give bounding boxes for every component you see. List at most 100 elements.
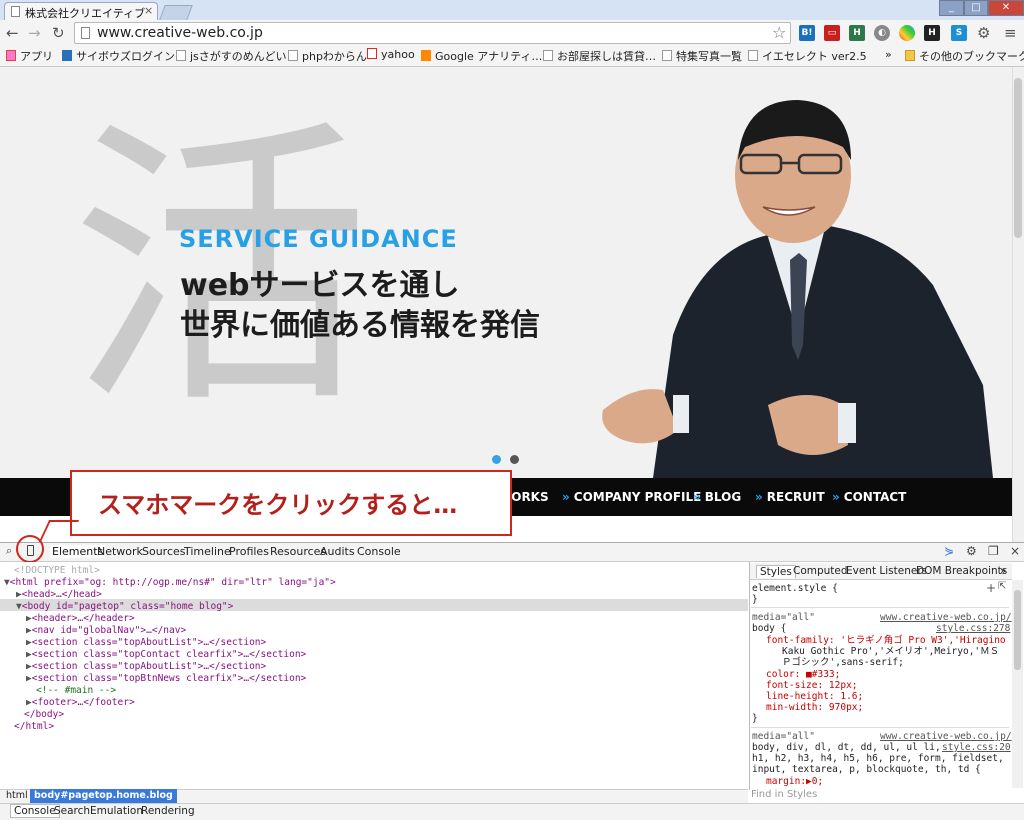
nav-arrow-icon: » [562, 490, 570, 504]
tab-title: 株式会社クリエイティブ [25, 7, 146, 20]
nav-blog[interactable]: » BLOG [693, 490, 741, 504]
bookmark-star-icon[interactable]: ☆ [772, 23, 786, 42]
dom-close-html[interactable]: </html> [14, 721, 54, 733]
devtools-tab-console[interactable]: Console [357, 545, 401, 558]
window-close-button[interactable]: ✕ [988, 0, 1024, 16]
source-link-style-css-278[interactable]: style.css:278 [936, 623, 1010, 634]
selector-reset-cont: input, textarea, p, blockquote, th, td { [752, 764, 981, 775]
back-icon[interactable]: ← [6, 24, 19, 42]
selector-reset[interactable]: body, div, dl, dt, dd, ul, ul li, [752, 742, 941, 753]
dom-doctype[interactable]: <!DOCTYPE html> [14, 565, 100, 577]
devtools-tab-network[interactable]: Network [97, 545, 143, 558]
source-link-domain[interactable]: www.creative-web.co.jp/ [880, 612, 1012, 623]
drawer-tab-console[interactable]: Console [10, 804, 60, 818]
chrome-menu-icon[interactable]: ≡ [1004, 24, 1017, 42]
drawer-tab-search[interactable]: Search [54, 805, 90, 817]
dom-node-section[interactable]: ▶<section class="topAboutList">…</sectio… [26, 661, 266, 673]
prop-font-size[interactable]: font-size: 12px; [766, 680, 858, 691]
bookmarks-overflow-chevron[interactable]: » [885, 48, 892, 61]
dom-node-nav[interactable]: ▶<nav id="globalNav">…</nav> [26, 625, 186, 637]
devtools-tab-sources[interactable]: Sources [142, 545, 186, 558]
devtools-tab-profiles[interactable]: Profiles [229, 545, 269, 558]
slider-dot[interactable] [510, 455, 519, 464]
sidebar-tab-event-listeners[interactable]: Event Listeners [846, 565, 927, 577]
dom-node-section[interactable]: ▶<section class="topContact clearfix">…<… [26, 649, 306, 661]
extension-red-icon[interactable]: ▭ [824, 25, 840, 41]
forward-icon[interactable]: → [28, 24, 41, 42]
dom-node-section[interactable]: ▶<section class="topBtnNews clearfix">…<… [26, 673, 306, 685]
browser-tab[interactable]: 株式会社クリエイティブ × [4, 2, 158, 20]
drawer-tab-rendering[interactable]: Rendering [141, 805, 195, 817]
devtools-tab-resources[interactable]: Resources [270, 545, 326, 558]
devtools-settings-icon[interactable]: ⚙ [966, 544, 977, 558]
other-bookmarks-folder[interactable]: その他のブックマーク [905, 48, 1024, 64]
nav-company-profile[interactable]: » COMPANY PROFILE [562, 490, 701, 504]
settings-gear-icon[interactable]: ⚙ [977, 24, 990, 42]
new-tab-button[interactable] [159, 5, 193, 20]
sidebar-tab-styles[interactable]: Styles [756, 565, 796, 578]
page-icon [176, 50, 186, 61]
source-link-style-css-20[interactable]: style.css:20 [942, 742, 1011, 753]
styles-scrollbar-thumb[interactable] [1014, 590, 1021, 670]
url-text[interactable]: www.creative-web.co.jp [97, 25, 263, 41]
bookmark-item[interactable]: jsさがすのめんどい [176, 48, 286, 64]
reload-icon[interactable]: ↻ [52, 24, 65, 42]
prop-font-family[interactable]: font-family: 'ヒラギノ角ゴ Pro W3','Hiragino [766, 635, 1006, 646]
toggle-element-state-icon[interactable]: ⇱ [998, 581, 1006, 592]
tab-close-icon[interactable]: × [144, 4, 153, 17]
media-label: media="all" [752, 731, 815, 742]
address-bar[interactable]: www.creative-web.co.jp ☆ [74, 22, 791, 44]
s-extension-icon[interactable]: S [951, 25, 967, 41]
h-extension-icon[interactable]: H [924, 25, 940, 41]
sidebar-overflow-chevron[interactable]: » [1000, 565, 1006, 577]
html5-extension-icon[interactable]: H [849, 25, 865, 41]
devtools-close-icon[interactable]: × [1010, 544, 1020, 558]
extension-gray-icon[interactable]: ◐ [874, 25, 890, 41]
bookmark-item[interactable]: サイボウズログイン [62, 48, 175, 64]
nav-recruit[interactable]: » RECRUIT [755, 490, 825, 504]
new-style-rule-icon[interactable]: + [986, 581, 996, 595]
bookmark-item[interactable]: yahoo [367, 48, 415, 61]
find-in-styles-input[interactable]: Find in Styles [751, 789, 817, 800]
bookmark-item[interactable]: 特集写真一覧 [662, 48, 742, 64]
window-minimize-button[interactable]: _ [939, 0, 964, 16]
devtools-tab-audits[interactable]: Audits [320, 545, 355, 558]
dom-node-footer[interactable]: ▶<footer>…</footer> [26, 697, 135, 709]
bookmark-apps[interactable]: アプリ [6, 48, 53, 64]
prop-margin[interactable]: margin:▶0; [766, 776, 823, 787]
prop-color[interactable]: color: ■#333; [766, 669, 840, 680]
bookmark-item[interactable]: phpわからん [288, 48, 367, 64]
page-scrollbar-thumb[interactable] [1014, 78, 1022, 238]
sidebar-tab-dom-breakpoints[interactable]: DOM Breakpoints [916, 565, 1007, 577]
bookmark-item[interactable]: お部屋探しは賃貸… [543, 48, 656, 64]
show-drawer-icon[interactable]: ⋟ [944, 544, 954, 558]
color-picker-icon[interactable] [899, 25, 915, 41]
bookmark-item[interactable]: Google アナリティ… [421, 48, 542, 64]
drawer-tab-emulation[interactable]: Emulation [90, 805, 143, 817]
dom-comment[interactable]: <!-- #main --> [36, 685, 116, 697]
dom-node-section[interactable]: ▶<section class="topAboutList">…</sectio… [26, 637, 266, 649]
window-maximize-button[interactable]: □ [964, 0, 988, 16]
bookmark-item[interactable]: イエセレクト ver2.5 [748, 48, 867, 64]
breadcrumb-html[interactable]: html [6, 790, 28, 801]
inspect-search-icon[interactable]: ⌕ [6, 544, 12, 558]
rule-divider [751, 727, 1009, 728]
hatena-bookmark-icon[interactable]: B! [799, 25, 815, 41]
cybozu-icon [62, 50, 72, 61]
dom-node-header[interactable]: ▶<header>…</header> [26, 613, 135, 625]
dom-node-head[interactable]: ▶<head>…</head> [16, 589, 102, 601]
dom-close-body[interactable]: </body> [24, 709, 64, 721]
selector-body[interactable]: body { [752, 623, 786, 634]
nav-contact[interactable]: » CONTACT [832, 490, 906, 504]
sidebar-tab-computed[interactable]: Computed [793, 565, 848, 577]
dom-node-body[interactable]: ▼<body id="pagetop" class="home blog"> [16, 601, 233, 613]
prop-min-width[interactable]: min-width: 970px; [766, 702, 863, 713]
source-link-domain[interactable]: www.creative-web.co.jp/ [880, 731, 1012, 742]
element-style-rule[interactable]: element.style { [752, 583, 838, 594]
dom-node-html[interactable]: ▼<html prefix="og: http://ogp.me/ns#" di… [4, 577, 336, 589]
devtools-tab-timeline[interactable]: Timeline [184, 545, 231, 558]
prop-line-height[interactable]: line-height: 1.6; [766, 691, 863, 702]
dock-side-icon[interactable]: ❐ [988, 544, 999, 558]
breadcrumb-body-selected[interactable]: body#pagetop.home.blog [30, 789, 177, 803]
slider-dot-active[interactable] [492, 455, 501, 464]
